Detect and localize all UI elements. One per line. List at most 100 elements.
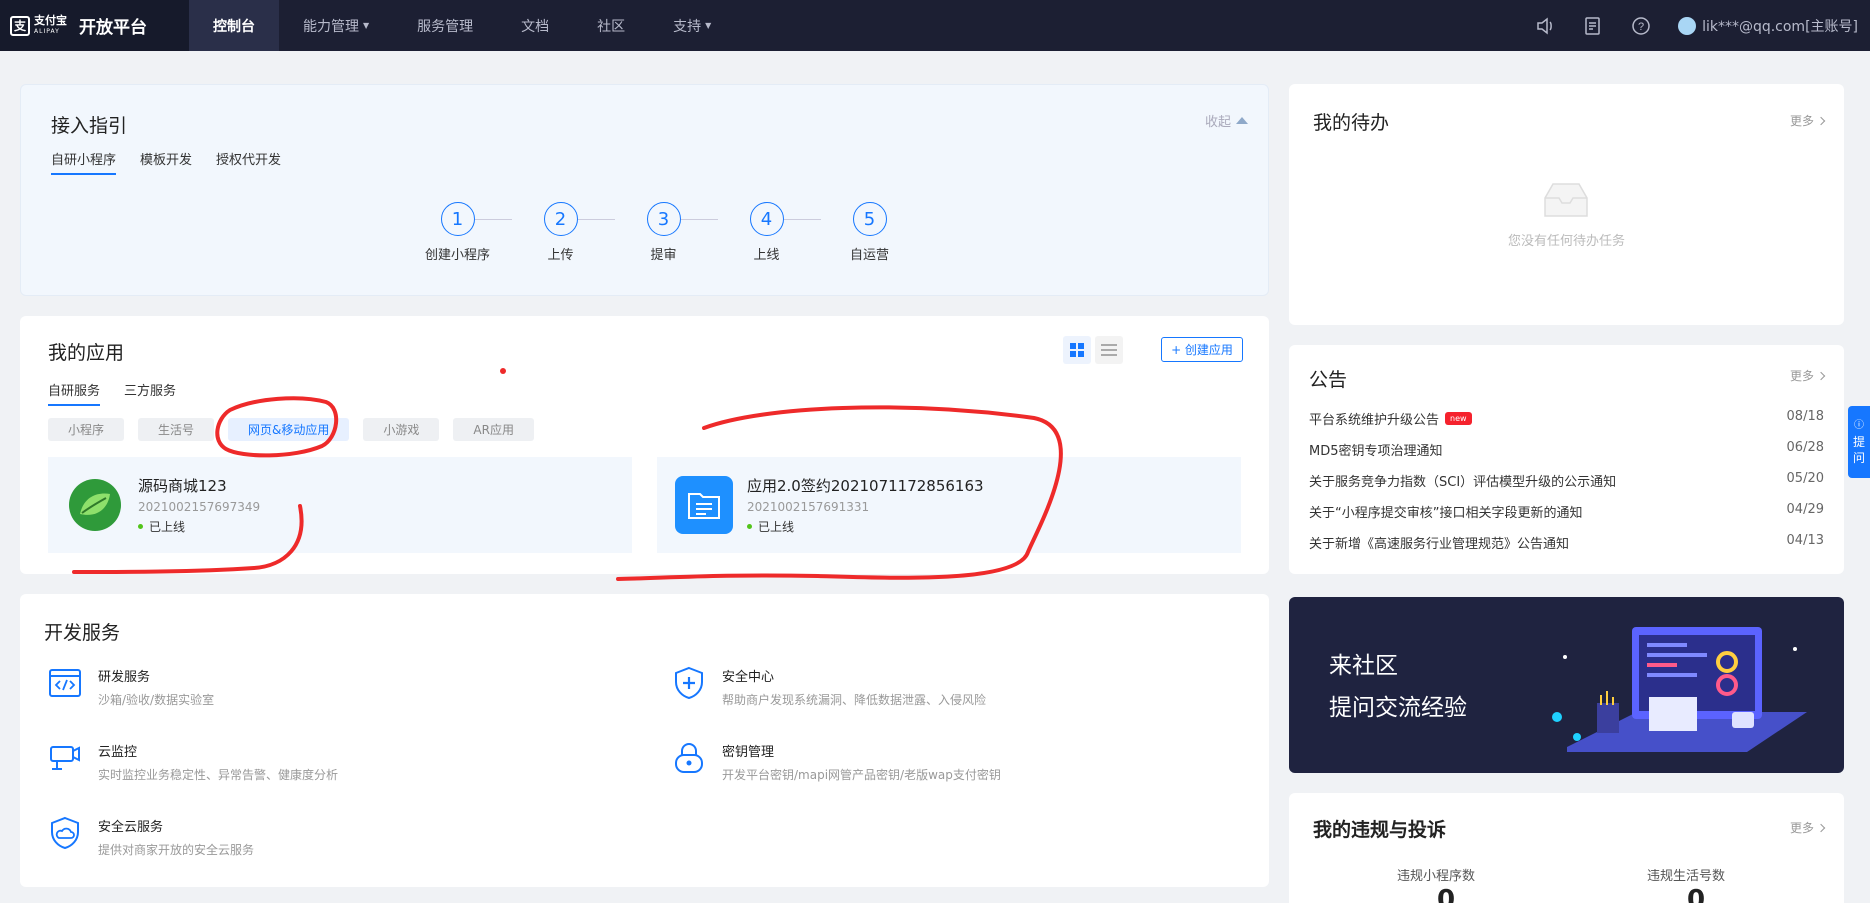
violation-life-account-label: 违规生活号数	[1647, 869, 1726, 884]
dev-item-desc: 提供对商家开放的安全云服务	[98, 843, 255, 857]
my-apps-card: 我的应用 + 创建应用 自研服务 三方服务 小程序 生活号 网页&移动应用 小游…	[20, 316, 1269, 574]
chevron-right-icon	[1816, 823, 1826, 832]
app-id: 2021002157691331	[747, 500, 870, 514]
nav-console[interactable]: 控制台	[189, 0, 279, 51]
notice-item[interactable]: 关于新增《高速服务行业管理规范》公告通知 04/13	[1309, 533, 1824, 552]
dev-item-title: 密钥管理	[722, 745, 775, 760]
dev-item-title: 安全中心	[722, 670, 775, 685]
user-name: lik***@qq.com[主账号]	[1702, 18, 1858, 35]
platform-title: 开放平台	[79, 18, 147, 38]
grid-view-button[interactable]	[1063, 336, 1091, 364]
dev-item-security[interactable]: 安全中心帮助商户发现系统漏洞、降低数据泄露、入侵风险	[672, 666, 986, 708]
filter-ar-app[interactable]: AR应用	[453, 418, 534, 441]
notice-date: 04/13	[1786, 533, 1824, 548]
step-label: 创建小程序	[424, 248, 490, 263]
ask-question-float-button[interactable]: ⓘ 提 问	[1848, 406, 1870, 478]
speaker-icon[interactable]	[1534, 15, 1556, 37]
dev-item-monitor[interactable]: 云监控实时监控业务稳定性、异常告警、健康度分析	[48, 741, 338, 783]
notice-more-link[interactable]: 更多	[1790, 367, 1826, 384]
dev-item-rd[interactable]: 研发服务 沙箱/验收/数据实验室	[48, 666, 214, 708]
chevron-right-icon	[1816, 116, 1826, 125]
topbar-right: ? lik***@qq.com[主账号]	[1534, 15, 1870, 37]
nav-community[interactable]: 社区	[573, 0, 649, 51]
dev-item-title: 研发服务	[98, 670, 151, 685]
svg-text:?: ?	[1638, 21, 1644, 33]
step[interactable]: 2 上传	[509, 202, 615, 263]
community-banner[interactable]: 来社区 提问交流经验	[1289, 597, 1844, 773]
step-connector	[475, 219, 512, 220]
dev-item-title: 云监控	[98, 745, 138, 760]
step-number: 4	[749, 202, 784, 236]
new-badge: new	[1445, 412, 1472, 425]
tab-self-mini-program[interactable]: 自研小程序	[51, 149, 117, 175]
todo-title: 我的待办	[1313, 112, 1390, 134]
nav-service[interactable]: 服务管理	[393, 0, 497, 51]
create-app-button[interactable]: + 创建应用	[1161, 337, 1243, 362]
tab-template-dev[interactable]: 模板开发	[140, 149, 192, 175]
filter-life-account[interactable]: 生活号	[138, 418, 215, 441]
monitor-camera-icon	[50, 746, 80, 770]
list-view-button[interactable]	[1095, 336, 1123, 364]
step-label: 上线	[753, 248, 780, 263]
dev-item-keys[interactable]: 密钥管理 开发平台密钥/mapi网管产品密钥/老版wap支付密钥	[672, 741, 1001, 783]
ask-label-2: 问	[1852, 451, 1865, 465]
filter-mini-program[interactable]: 小程序	[48, 418, 125, 441]
leaf-app-icon	[66, 476, 124, 534]
triangle-up-icon	[1236, 117, 1248, 124]
violation-mini-program-count: 0	[1437, 885, 1456, 903]
notice-item[interactable]: MD5密钥专项治理通知 06/28	[1309, 440, 1824, 459]
notice-item[interactable]: 关于“小程序提交审核”接口相关字段更新的通知 04/29	[1309, 502, 1824, 521]
dev-item-security-cloud[interactable]: 安全云服务 提供对商家开放的安全云服务	[48, 816, 254, 858]
app-type-filters: 小程序 生活号 网页&移动应用 小游戏 AR应用	[48, 418, 534, 441]
step-connector	[578, 219, 615, 220]
help-icon[interactable]: ?	[1630, 15, 1652, 37]
nav-support[interactable]: 支持 ▼	[649, 0, 735, 51]
tab-third-party-service[interactable]: 三方服务	[124, 380, 176, 406]
my-todo-card: 我的待办 更多 您没有任何待办任务	[1289, 84, 1844, 325]
empty-inbox-icon	[1544, 183, 1588, 217]
announcement-card: 公告 更多 平台系统维护升级公告 new 08/18 MD5密钥专项治理通知 06/2…	[1289, 345, 1844, 574]
step[interactable]: 1 创建小程序	[406, 202, 512, 263]
nav-docs[interactable]: 文档	[497, 0, 573, 51]
apps-title: 我的应用	[48, 342, 125, 364]
collapse-label: 收起	[1204, 115, 1231, 130]
question-circle-icon: ⓘ	[1854, 420, 1864, 431]
collapse-button[interactable]: 收起	[1205, 111, 1248, 130]
violations-card: 我的违规与投诉 更多 违规小程序数 违规生活号数 0 0	[1289, 793, 1844, 903]
step[interactable]: 5 自运营	[818, 202, 921, 263]
tab-self-service[interactable]: 自研服务	[48, 380, 101, 406]
step[interactable]: 3 提审	[612, 202, 718, 263]
app-id: 2021002157697349	[138, 500, 261, 514]
community-line1: 来社区	[1329, 653, 1398, 679]
filter-web-mobile[interactable]: 网页&移动应用	[228, 418, 350, 441]
document-list-icon[interactable]	[1582, 15, 1604, 37]
tab-authorized-dev[interactable]: 授权代开发	[216, 149, 281, 175]
violation-life-account-count: 0	[1687, 885, 1706, 903]
nav-capability[interactable]: 能力管理 ▼	[279, 0, 393, 51]
notice-item[interactable]: 关于服务竞争力指数（SCI）评估模型升级的公示通知 05/20	[1309, 471, 1824, 490]
step-number: 3	[646, 202, 681, 236]
main-nav: 控制台 能力管理 ▼ 服务管理 文档 社区 支持 ▼	[189, 0, 735, 51]
nav-label: 文档	[521, 18, 550, 35]
todo-more-link[interactable]: 更多	[1790, 112, 1826, 129]
app-status: 已上线	[138, 518, 260, 535]
user-account[interactable]: lik***@qq.com[主账号]	[1678, 16, 1858, 36]
notice-date: 08/18	[1786, 409, 1824, 424]
brand[interactable]: 支 支付宝 ALIPAY 开放平台	[0, 0, 189, 51]
dev-item-desc: 实时监控业务稳定性、异常告警、健康度分析	[98, 768, 339, 782]
status-dot	[138, 524, 143, 529]
step[interactable]: 4 上线	[715, 202, 821, 263]
caret-down-icon: ▼	[363, 21, 370, 30]
app-card[interactable]: 应用2.0签约2021071172856163 2021002157691331…	[657, 457, 1241, 553]
notice-item[interactable]: 平台系统维护升级公告 new 08/18	[1309, 409, 1824, 428]
dev-services-card: 开发服务 研发服务 沙箱/验收/数据实验室 安全中心 帮助商户发现系统漏洞、降低数据…	[20, 594, 1269, 887]
step-label: 自运营	[849, 248, 889, 263]
nav-label: 支持	[673, 18, 702, 35]
shield-cloud-icon	[51, 816, 79, 850]
notice-date: 04/29	[1786, 502, 1824, 517]
dev-item-desc: 帮助商户发现系统漏洞、降低数据泄露、入侵风险	[722, 693, 987, 707]
app-name: 应用2.0签约2021071172856163	[747, 477, 984, 495]
app-card[interactable]: 源码商城123 2021002157697349 已上线	[48, 457, 632, 553]
violations-more-link[interactable]: 更多	[1790, 819, 1826, 836]
filter-mini-game[interactable]: 小游戏	[363, 418, 440, 441]
